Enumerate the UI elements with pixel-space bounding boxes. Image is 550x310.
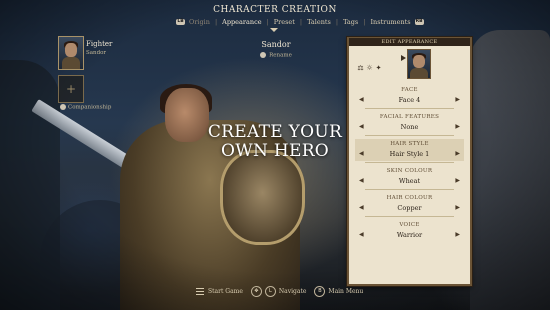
controller-hints: Start Game ✥ L Navigate B Main Menu: [196, 286, 371, 297]
arrow-left-icon[interactable]: ◀: [359, 204, 364, 211]
panel-icon-row: ⚖ ☼ ✦: [357, 65, 382, 72]
arrow-left-icon[interactable]: ◀: [359, 231, 364, 238]
x-button-icon: [60, 104, 66, 110]
y-button-icon: [260, 52, 267, 58]
option-label: SKIN COLOUR: [386, 168, 433, 174]
divider: [365, 162, 454, 163]
rename-label: Rename: [269, 52, 292, 59]
arrow-right-icon[interactable]: ▶: [455, 177, 460, 184]
tab-origin[interactable]: Origin: [185, 18, 214, 26]
main-menu-label: Main Menu: [328, 288, 364, 295]
option-facial-features[interactable]: FACIAL FEATURES None ◀ ▶: [355, 112, 464, 136]
arrow-right-icon[interactable]: ▶: [455, 231, 460, 238]
left-bumper-hint-icon[interactable]: LB: [176, 19, 185, 25]
start-game-label: Start Game: [208, 288, 243, 295]
option-label: FACE: [401, 87, 418, 93]
start-game-button[interactable]: Start Game: [196, 288, 243, 295]
option-value: Hair Style 1: [389, 150, 430, 158]
b-button-icon: B: [314, 286, 326, 297]
portrait-torso: [410, 68, 428, 78]
navigate-hint: ✥ L Navigate: [250, 286, 307, 297]
option-label: VOICE: [399, 222, 420, 228]
navigate-label: Navigate: [278, 288, 307, 295]
option-hair-colour[interactable]: HAIR COLOUR Copper ◀ ▶: [355, 193, 464, 217]
companion-caption: Companionship: [60, 104, 111, 111]
tab-instruments[interactable]: Instruments: [366, 18, 414, 26]
character-name-block: Sandor Rename: [236, 40, 316, 59]
arrow-right-icon[interactable]: ▶: [455, 204, 460, 211]
panel-title: EDIT APPEARANCE: [349, 38, 470, 46]
option-value: Face 4: [398, 96, 421, 104]
arrow-left-icon[interactable]: ◀: [359, 123, 364, 130]
option-value: Wheat: [398, 177, 421, 185]
arrow-right-icon[interactable]: ▶: [455, 96, 460, 103]
portrait-face: [65, 43, 77, 57]
portrait-face: [413, 55, 425, 68]
dpad-icon: ✥: [250, 286, 262, 297]
party-member-portrait[interactable]: [58, 36, 84, 70]
divider: [365, 216, 454, 217]
appearance-portrait: [407, 49, 431, 79]
option-label: FACIAL FEATURES: [379, 114, 440, 120]
option-label: HAIR STYLE: [390, 141, 429, 147]
screen-title: CHARACTER CREATION: [213, 5, 337, 15]
option-value: None: [400, 123, 419, 131]
portrait-torso: [62, 57, 80, 69]
option-value: Warrior: [396, 231, 423, 239]
menu-button-icon: [196, 288, 204, 295]
party-panel: Fighter Sandor + Companionship: [58, 36, 112, 111]
option-value: Copper: [397, 204, 422, 212]
tab-preset[interactable]: Preset: [270, 18, 299, 26]
option-hair-style[interactable]: HAIR STYLE Hair Style 1 ◀ ▶: [355, 139, 464, 163]
rename-button[interactable]: Rename: [236, 52, 316, 59]
arrow-right-icon[interactable]: ▶: [455, 150, 460, 157]
arrow-left-icon[interactable]: ◀: [359, 150, 364, 157]
add-companion-slot[interactable]: +: [58, 75, 84, 103]
character-name: Sandor: [261, 40, 291, 49]
left-stick-icon: L: [264, 286, 276, 297]
companion-caption-label: Companionship: [68, 104, 112, 111]
panel-preview-row: ⚖ ☼ ✦: [355, 49, 464, 79]
main-menu-button[interactable]: B Main Menu: [314, 286, 363, 297]
tab-appearance[interactable]: Appearance: [218, 18, 265, 26]
tab-tags[interactable]: Tags: [339, 18, 362, 26]
edit-appearance-panel: EDIT APPEARANCE ⚖ ☼ ✦ FACE Face 4 ◀ ▶ FA…: [347, 37, 472, 286]
divider: [365, 135, 454, 136]
party-member-name: Fighter: [86, 40, 113, 48]
right-bumper-hint-icon[interactable]: RB: [414, 19, 424, 25]
promo-headline: CREATE YOUR OWN HERO: [207, 122, 343, 161]
party-member-class: Sandor: [86, 50, 107, 56]
option-voice[interactable]: VOICE Warrior ◀ ▶: [355, 220, 464, 242]
active-tab-marker-icon: [270, 28, 278, 32]
star-icon[interactable]: ✦: [375, 65, 382, 72]
pointer-arrow-icon: [401, 55, 406, 61]
sun-icon[interactable]: ☼: [366, 65, 373, 72]
option-face[interactable]: FACE Face 4 ◀ ▶: [355, 85, 464, 109]
option-skin-colour[interactable]: SKIN COLOUR Wheat ◀ ▶: [355, 166, 464, 190]
creation-tabs: LB Origin | Appearance | Preset | Talent…: [176, 18, 424, 26]
divider: [365, 189, 454, 190]
scales-icon[interactable]: ⚖: [357, 65, 364, 72]
arrow-right-icon[interactable]: ▶: [455, 123, 460, 130]
arrow-left-icon[interactable]: ◀: [359, 177, 364, 184]
divider: [365, 108, 454, 109]
option-label: HAIR COLOUR: [386, 195, 433, 201]
tab-talents[interactable]: Talents: [303, 18, 335, 26]
arrow-left-icon[interactable]: ◀: [359, 96, 364, 103]
